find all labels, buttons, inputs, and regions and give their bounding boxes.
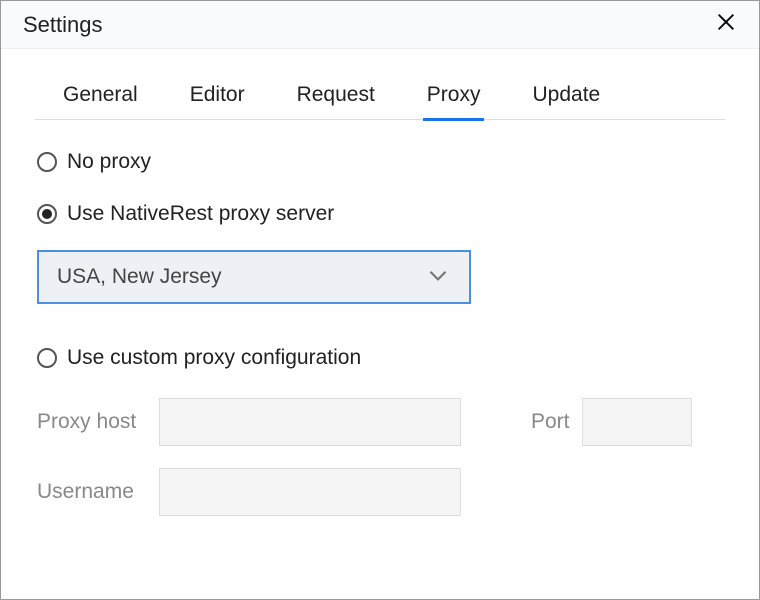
username-input[interactable] xyxy=(159,468,461,516)
radio-icon xyxy=(37,348,57,368)
tab-proxy[interactable]: Proxy xyxy=(423,77,485,119)
proxy-host-row: Proxy host Port xyxy=(37,398,723,446)
chevron-down-icon xyxy=(425,262,451,293)
close-icon[interactable] xyxy=(715,11,737,38)
page-title: Settings xyxy=(23,12,103,38)
radio-label: Use NativeRest proxy server xyxy=(67,202,334,226)
settings-header: Settings xyxy=(1,1,759,49)
radio-no-proxy[interactable]: No proxy xyxy=(37,150,723,174)
port-label: Port xyxy=(531,410,570,434)
settings-content: General Editor Request Proxy Update No p… xyxy=(1,49,759,516)
radio-icon xyxy=(37,152,57,172)
proxy-host-input[interactable] xyxy=(159,398,461,446)
radio-icon xyxy=(37,204,57,224)
radio-custom-proxy[interactable]: Use custom proxy configuration xyxy=(37,346,723,370)
tab-request[interactable]: Request xyxy=(293,77,379,119)
proxy-server-select[interactable]: USA, New Jersey xyxy=(37,250,471,304)
tab-bar: General Editor Request Proxy Update xyxy=(35,77,725,120)
select-value: USA, New Jersey xyxy=(57,265,222,289)
radio-nativerest-proxy[interactable]: Use NativeRest proxy server xyxy=(37,202,723,226)
username-row: Username xyxy=(37,468,723,516)
radio-label: No proxy xyxy=(67,150,151,174)
radio-label: Use custom proxy configuration xyxy=(67,346,361,370)
port-input[interactable] xyxy=(582,398,692,446)
proxy-section: No proxy Use NativeRest proxy server USA… xyxy=(35,120,725,516)
username-label: Username xyxy=(37,480,147,504)
tab-editor[interactable]: Editor xyxy=(186,77,249,119)
tab-general[interactable]: General xyxy=(59,77,142,119)
proxy-host-label: Proxy host xyxy=(37,410,147,434)
tab-update[interactable]: Update xyxy=(528,77,604,119)
